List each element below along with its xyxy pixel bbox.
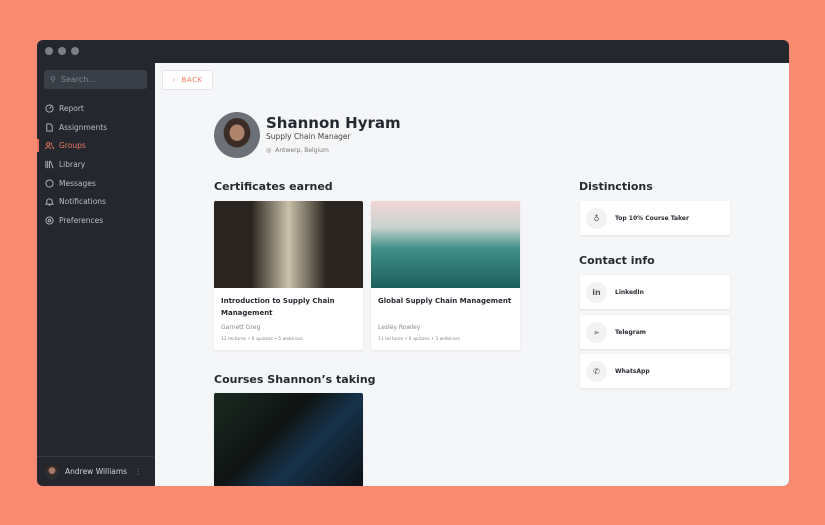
contact-linkedin[interactable]: in LinkedIn [580,275,730,309]
sidebar-item-notifications[interactable]: Notifications [37,192,154,211]
course-image [371,201,520,288]
minimize-dot[interactable] [58,47,66,55]
contact-telegram[interactable]: ➢ Telegram [580,315,730,349]
contact-whatsapp[interactable]: ✆ WhatsApp [580,354,730,388]
file-icon [46,122,53,132]
course-image [214,393,363,486]
user-profile[interactable]: Andrew Williams ⋮ [37,456,154,486]
bell-icon [45,198,54,206]
sidebar-item-groups[interactable]: Groups [37,136,154,155]
search-input[interactable]: ⚲ Search... [44,70,147,89]
window-controls [45,47,79,55]
app-window: ⚲ Search... Report Assignments Groups Lib… [37,40,789,486]
profile-photo [214,112,260,158]
gauge-icon [45,104,54,113]
whatsapp-icon: ✆ [586,360,607,382]
sidebar: ⚲ Search... Report Assignments Groups Lib… [37,63,154,486]
maximize-dot[interactable] [71,47,79,55]
more-options-icon[interactable]: ⋮ [135,467,143,476]
profile-role: Supply Chain Manager [266,132,351,141]
back-button[interactable]: ‹ BACK [162,70,213,90]
sidebar-item-preferences[interactable]: Preferences [37,211,154,230]
certificate-card[interactable]: Global Supply Chain Management Lesley Ro… [371,201,520,350]
profile-name: Shannon Hyram [266,114,401,132]
library-icon [45,160,54,169]
main-content: ‹ BACK Shannon Hyram Supply Chain Manager… [155,63,789,486]
sidebar-item-library[interactable]: Library [37,155,154,174]
search-icon: ⚲ [50,75,56,84]
sidebar-item-report[interactable]: Report [37,99,154,118]
chat-icon [45,179,54,188]
location-pin-icon: ◎ [266,147,272,154]
course-image [214,201,363,288]
linkedin-icon: in [586,281,607,303]
course-card[interactable] [214,393,363,486]
sidebar-item-assignments[interactable]: Assignments [37,118,154,137]
avatar [45,464,59,479]
profile-location: ◎ Antwerp, Belgium [266,147,329,154]
courses-heading: Courses Shannon’s taking [214,373,376,386]
medal-icon: ♁ [586,207,607,229]
distinction-item: ♁ Top 10% Course Taker [580,201,730,235]
users-icon [45,142,54,150]
certificate-card[interactable]: Introduction to Supply Chain Management … [214,201,363,350]
distinctions-heading: Distinctions [579,180,653,193]
certificates-heading: Certificates earned [214,180,333,193]
sidebar-item-messages[interactable]: Messages [37,174,154,193]
gear-icon [45,216,54,225]
chevron-left-icon: ‹ [172,76,176,84]
close-dot[interactable] [45,47,53,55]
telegram-icon: ➢ [586,321,607,343]
contact-heading: Contact info [579,254,655,267]
